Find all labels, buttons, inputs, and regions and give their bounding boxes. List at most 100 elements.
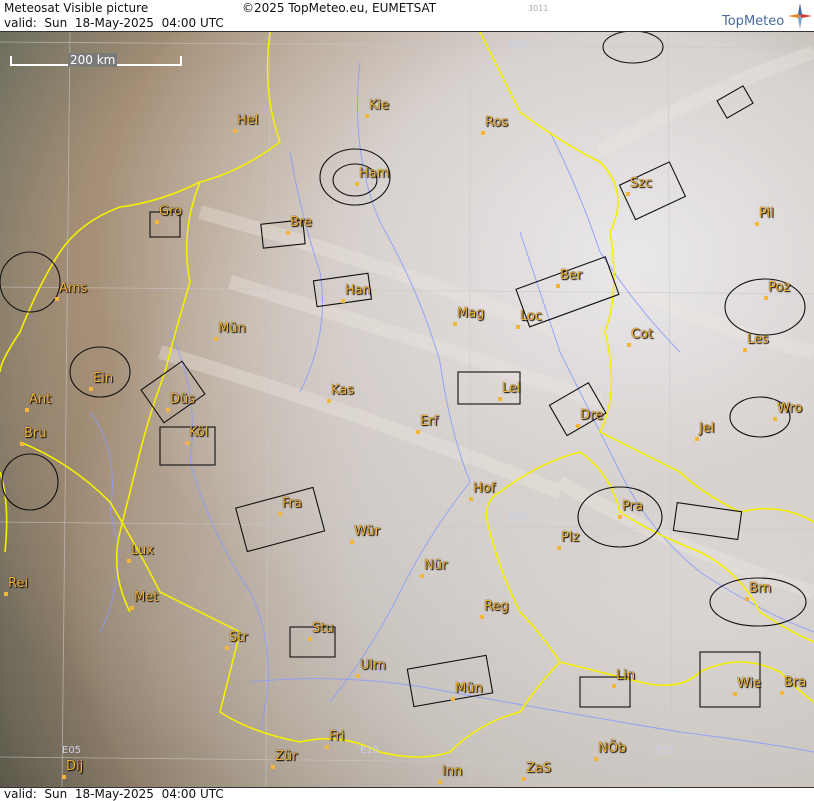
city-dot — [773, 417, 777, 421]
city-dot — [355, 182, 359, 186]
city-dot — [308, 637, 312, 641]
city-label: Cot — [631, 327, 654, 342]
city-label: Stu — [312, 621, 334, 636]
city-label: Lux — [131, 543, 154, 558]
grid-label: N50 — [508, 511, 529, 522]
city-label: Brn — [749, 581, 772, 596]
map-overlay — [0, 32, 814, 787]
city-label: Mag — [457, 306, 485, 321]
city-dot — [451, 697, 455, 701]
image-code: 3011 — [528, 4, 549, 13]
city-dot — [469, 497, 473, 501]
city-label: NÖb — [598, 741, 627, 756]
valid-time: valid: Sun 18-May-2025 04:00 UTC — [4, 16, 224, 30]
city-dot — [498, 397, 502, 401]
city-dot — [453, 322, 457, 326]
city-dot — [325, 745, 329, 749]
city-label: ZaS — [526, 761, 552, 776]
city-dot — [55, 297, 59, 301]
city-label: Wro — [777, 401, 803, 416]
city-label: Lin — [616, 668, 636, 683]
city-dot — [271, 765, 275, 769]
rivers — [89, 61, 814, 753]
city-dot — [233, 129, 237, 133]
city-label: Fri — [329, 729, 345, 744]
city-dot — [438, 780, 442, 784]
city-label: Pra — [622, 499, 643, 514]
city-dot — [341, 299, 345, 303]
city-dot — [225, 646, 229, 650]
city-label: Zür — [275, 749, 298, 764]
city-dot — [25, 408, 29, 412]
city-label: Hof — [473, 481, 496, 496]
city-dot — [130, 606, 134, 610]
city-label: Han — [345, 283, 371, 298]
city-label: Wie — [737, 676, 762, 691]
city-label: Pil — [759, 206, 774, 221]
grid-label: E15 — [656, 745, 676, 756]
city-label: Ros — [485, 115, 509, 130]
city-label: Hel — [237, 113, 259, 128]
topmeteo-logo[interactable]: TopMeteo — [722, 14, 784, 29]
city-label: Bra — [784, 675, 807, 690]
city-label: Wür — [354, 524, 380, 539]
city-label: Kas — [331, 383, 355, 398]
city-label: Kie — [369, 98, 390, 113]
city-label: Düs — [170, 392, 196, 407]
city-label: Fra — [282, 496, 302, 511]
city-dot — [89, 387, 93, 391]
city-dot — [745, 597, 749, 601]
city-label: Ams — [59, 281, 88, 296]
city-dot — [627, 343, 631, 347]
grid-label: E10 — [360, 745, 380, 756]
city-label: Plz — [561, 530, 580, 545]
city-label: Ant — [29, 392, 52, 407]
city-dot — [733, 692, 737, 696]
city-label: Mün — [218, 321, 246, 336]
city-dot — [4, 592, 8, 596]
city-label: Bru — [24, 426, 47, 441]
product-title: Meteosat Visible picture — [4, 1, 149, 15]
city-dot — [594, 757, 598, 761]
city-dot — [350, 540, 354, 544]
city-dot — [327, 399, 331, 403]
city-dot — [214, 337, 218, 341]
copyright: ©2025 TopMeteo.eu, EUMETSAT — [242, 1, 437, 15]
city-label: Ulm — [360, 658, 386, 673]
city-label: Ham — [359, 166, 390, 181]
city-label: Nür — [424, 558, 448, 573]
city-dot — [626, 192, 630, 196]
city-label: Les — [747, 332, 769, 347]
scale-label: 200 km — [68, 53, 118, 67]
city-dot — [522, 777, 526, 781]
compass-star-icon — [788, 3, 812, 29]
city-dot — [780, 691, 784, 695]
city-dot — [481, 131, 485, 135]
city-dot — [278, 512, 282, 516]
graticule — [0, 32, 814, 787]
city-label: Dre — [580, 408, 604, 423]
grid-label: N55 — [508, 39, 529, 50]
city-dot — [516, 325, 520, 329]
city-dot — [127, 559, 131, 563]
city-dot — [764, 296, 768, 300]
city-label: Ber — [560, 268, 583, 283]
city-dot — [185, 441, 189, 445]
city-dot — [576, 424, 580, 428]
satellite-map[interactable]: 200 km N55 N50 E05 E10 E15 Kie Hel Ros Ham S… — [0, 32, 814, 787]
city-dot — [618, 515, 622, 519]
city-dot — [743, 348, 747, 352]
city-label: Szc — [630, 176, 653, 191]
city-dot — [612, 684, 616, 688]
city-dot — [62, 775, 66, 779]
grid-label: E05 — [62, 745, 82, 756]
city-dot — [695, 437, 699, 441]
country-borders — [0, 32, 814, 758]
city-label: Lei — [502, 381, 521, 396]
city-dot — [20, 442, 24, 446]
city-label: Met — [134, 590, 159, 605]
city-dot — [356, 674, 360, 678]
city-label: Reg — [484, 599, 509, 614]
city-label: Mün — [455, 681, 483, 696]
city-label: Erf — [420, 414, 439, 429]
